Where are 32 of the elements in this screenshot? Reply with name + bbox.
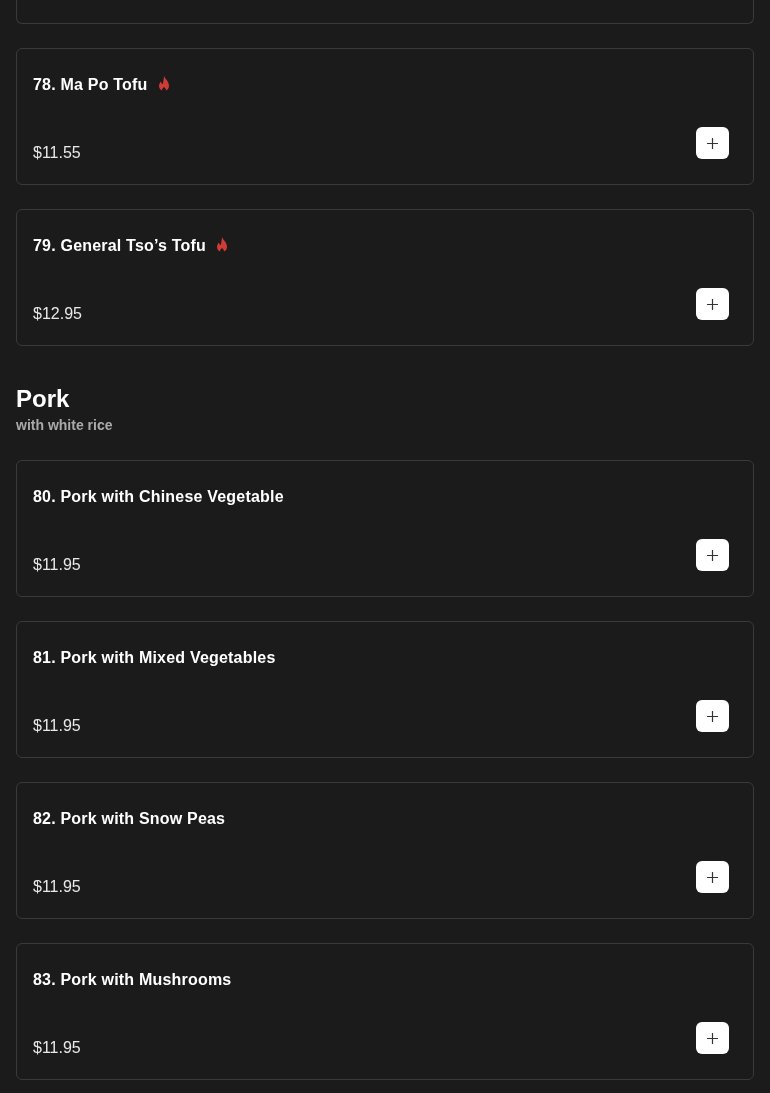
menu-item-card[interactable]: 80. Pork with Chinese Vegetable $11.95	[16, 460, 754, 597]
item-price: $12.95	[33, 304, 82, 324]
add-button[interactable]	[696, 127, 729, 159]
item-price: $11.95	[33, 877, 81, 897]
add-button[interactable]	[696, 539, 729, 571]
item-name: 79. General Tso’s Tofu	[33, 236, 207, 256]
add-button[interactable]	[696, 861, 729, 893]
item-name: 78. Ma Po Tofu	[33, 75, 148, 95]
add-button[interactable]	[696, 288, 729, 320]
menu-item-card[interactable]: 83. Pork with Mushrooms $11.95	[16, 943, 754, 1080]
plus-icon	[707, 298, 718, 310]
item-price: $11.95	[33, 555, 81, 575]
item-name: 80. Pork with Chinese Vegetable	[33, 487, 284, 507]
plus-icon	[707, 871, 718, 883]
item-name: 81. Pork with Mixed Vegetables	[33, 648, 276, 668]
menu-item-card[interactable]: 79. General Tso’s Tofu $12.95	[16, 209, 754, 346]
plus-icon	[707, 549, 718, 561]
section-subtitle: with white rice	[16, 416, 114, 435]
item-price: $11.95	[33, 1038, 81, 1058]
plus-icon	[707, 137, 718, 149]
menu-item-card[interactable]: 81. Pork with Mixed Vegetables $11.95	[16, 621, 754, 758]
add-button[interactable]	[696, 1022, 729, 1054]
plus-icon	[707, 710, 718, 722]
menu-item-card[interactable]: 82. Pork with Snow Peas $11.95	[16, 782, 754, 919]
add-button[interactable]	[696, 700, 729, 732]
section-title: Pork	[16, 384, 71, 414]
menu-item-card[interactable]: 78. Ma Po Tofu $11.55	[16, 48, 754, 185]
item-price: $11.55	[33, 143, 81, 163]
item-price: $11.95	[33, 716, 81, 736]
item-name: 82. Pork with Snow Peas	[33, 809, 226, 829]
plus-icon	[707, 1032, 718, 1044]
item-name: 83. Pork with Mushrooms	[33, 970, 232, 990]
